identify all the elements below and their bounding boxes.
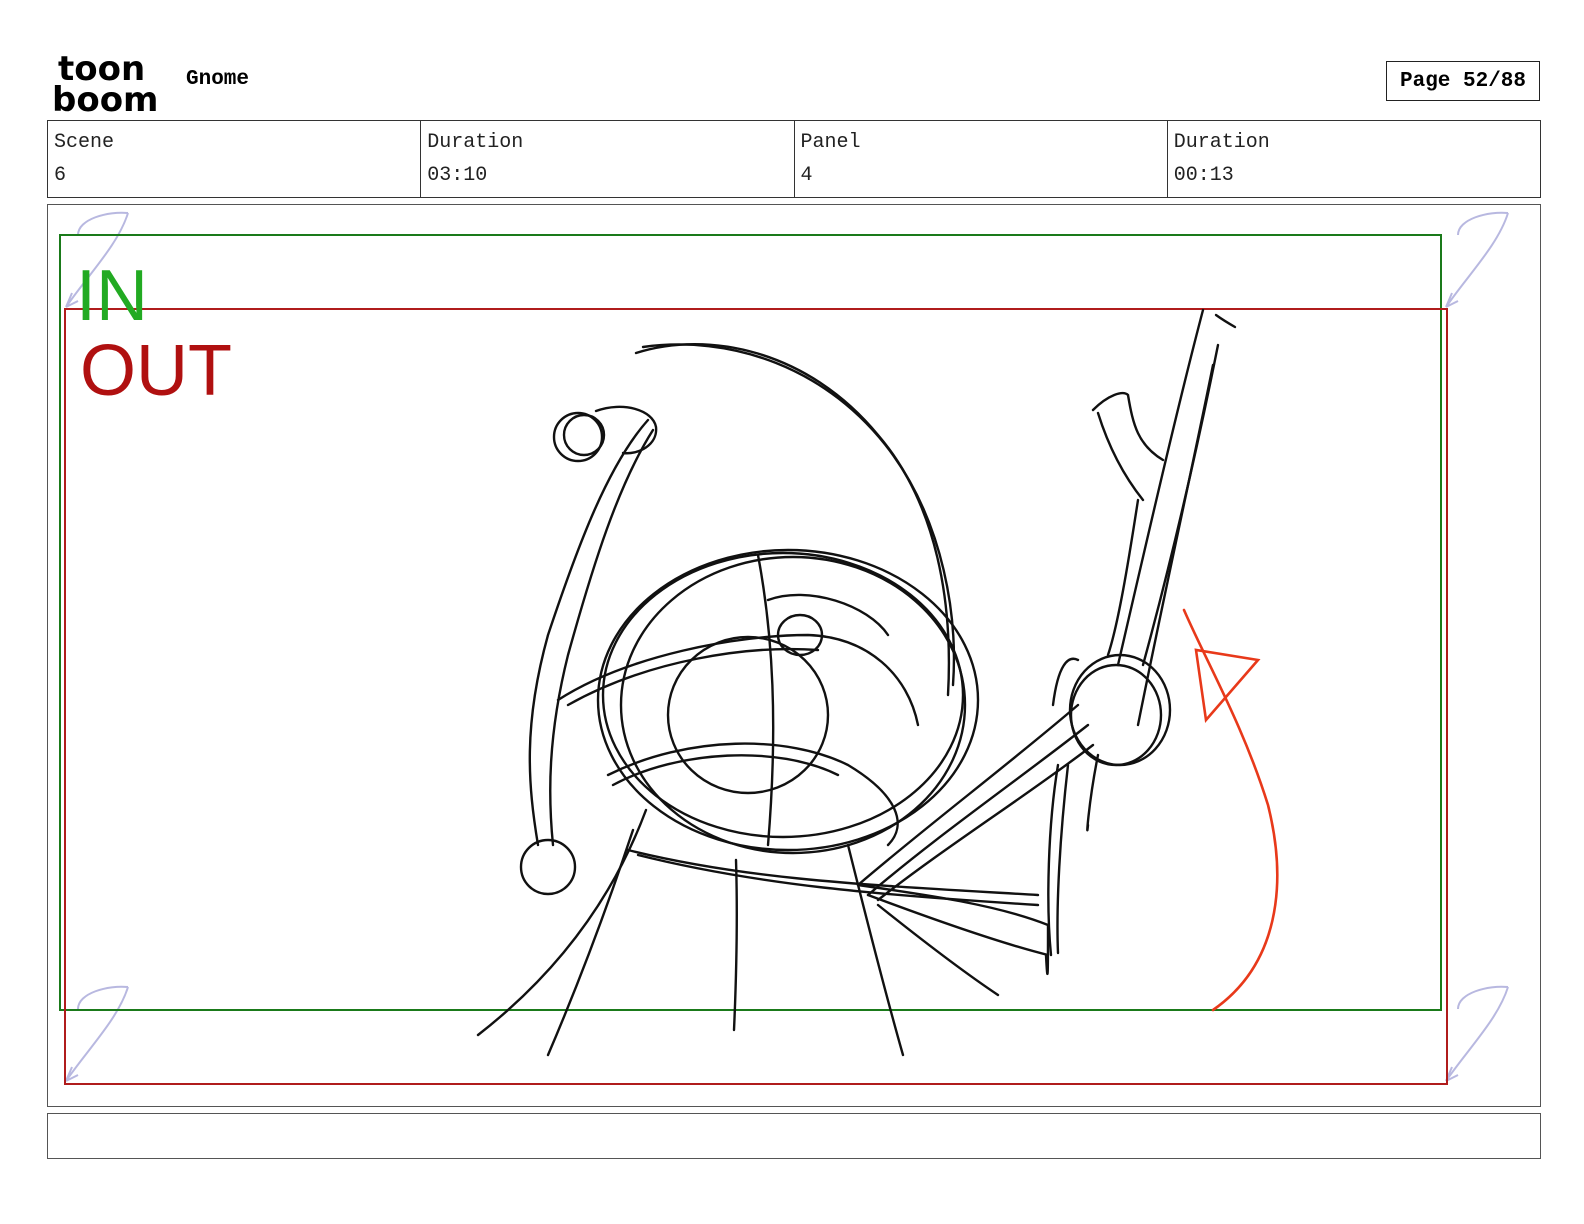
logo-text-bottom: boom xyxy=(52,80,158,114)
info-cell-panel-duration: Duration 00:13 xyxy=(1168,121,1540,197)
panel-notes[interactable] xyxy=(47,1113,1541,1159)
page-indicator: Page 52/88 xyxy=(1386,61,1540,101)
panel-drawing: IN OUT xyxy=(59,211,1509,1085)
toonboom-logo: toon boom xyxy=(52,50,158,114)
info-value-panel-duration: 00:13 xyxy=(1173,164,1234,187)
info-cell-scene-duration: Duration 03:10 xyxy=(421,121,795,197)
info-value-panel: 4 xyxy=(800,164,813,187)
info-value-scene: 6 xyxy=(54,164,67,187)
info-label-scene-duration: Duration xyxy=(427,131,524,154)
info-label-panel-duration: Duration xyxy=(1173,131,1270,154)
info-table: Scene 6 Duration 03:10 Panel 4 Duration … xyxy=(47,120,1541,198)
gnome-sketch xyxy=(476,308,1237,1057)
storyboard-panel[interactable]: IN OUT xyxy=(47,204,1541,1107)
info-label-panel: Panel xyxy=(800,131,861,154)
info-cell-scene: Scene 6 xyxy=(48,121,422,197)
info-value-scene-duration: 03:10 xyxy=(427,164,488,187)
info-cell-panel: Panel 4 xyxy=(795,121,1168,197)
project-title: Gnome xyxy=(186,68,250,91)
in-label: IN xyxy=(76,256,148,336)
out-label: OUT xyxy=(80,331,232,411)
motion-arrow xyxy=(1182,608,1279,1012)
info-label-scene: Scene xyxy=(54,131,115,154)
out-frame xyxy=(64,308,1448,1085)
